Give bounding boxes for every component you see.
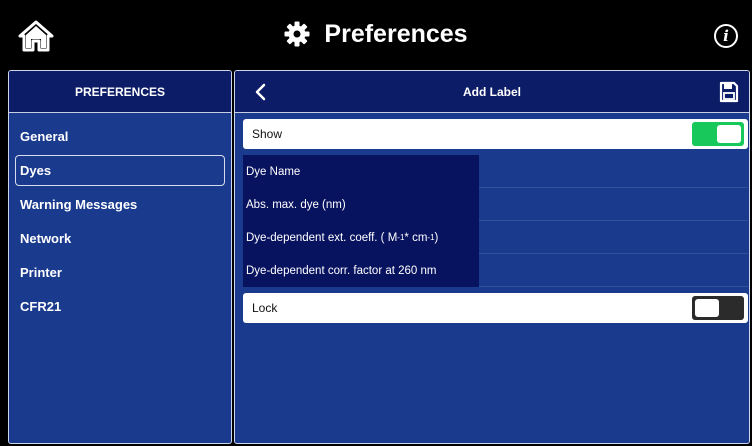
sidebar-item-printer[interactable]: Printer [15, 257, 225, 288]
sidebar-item-general[interactable]: General [15, 121, 225, 152]
dye-name-field[interactable] [479, 155, 748, 188]
abs-max-field[interactable] [479, 188, 748, 221]
toggle-knob [717, 125, 741, 143]
ext-coeff-label-start: Dye-dependent ext. coeff. ( M [246, 231, 398, 244]
panel-header: Add Label [235, 71, 749, 113]
sidebar-item-cfr21[interactable]: CFR21 [15, 291, 225, 322]
lock-row: Lock [243, 293, 748, 323]
ext-coeff-sup-cm: -1 [427, 233, 435, 242]
show-toggle[interactable] [692, 122, 744, 146]
save-icon[interactable] [719, 81, 739, 103]
dye-name-row: Dye Name [243, 155, 748, 188]
abs-max-label: Abs. max. dye (nm) [243, 188, 479, 221]
toggle-knob [695, 299, 719, 317]
sidebar-item-network[interactable]: Network [15, 223, 225, 254]
show-label: Show [252, 127, 283, 141]
show-row: Show [243, 119, 748, 149]
ext-coeff-label: Dye-dependent ext. coeff. ( M -1 * cm -1… [243, 221, 479, 254]
dye-name-label: Dye Name [243, 155, 479, 188]
page-title: Preferences [324, 19, 468, 48]
corr-factor-label: Dye-dependent corr. factor at 260 nm [243, 254, 479, 287]
sidebar-header: PREFERENCES [9, 71, 231, 113]
chevron-left-icon[interactable] [253, 83, 267, 101]
ext-coeff-label-mid: * cm [404, 231, 428, 244]
lock-label: Lock [252, 301, 278, 315]
gear-icon [284, 21, 310, 47]
corr-factor-field[interactable] [479, 254, 748, 287]
abs-max-row: Abs. max. dye (nm) [243, 188, 748, 221]
ext-coeff-field[interactable] [479, 221, 748, 254]
sidebar: PREFERENCES General Dyes Warning Message… [8, 70, 232, 444]
sidebar-item-dyes[interactable]: Dyes [15, 155, 225, 186]
panel-title: Add Label [462, 84, 521, 99]
corr-factor-row: Dye-dependent corr. factor at 260 nm [243, 254, 748, 287]
ext-coeff-label-end: ) [434, 231, 439, 244]
sidebar-item-warning-messages[interactable]: Warning Messages [15, 189, 225, 220]
ext-coeff-sup-m: -1 [397, 233, 405, 242]
info-icon[interactable]: i [714, 24, 738, 48]
ext-coeff-row: Dye-dependent ext. coeff. ( M -1 * cm -1… [243, 221, 748, 254]
lock-toggle[interactable] [692, 296, 744, 320]
top-bar: Preferences i [0, 0, 752, 68]
main-panel: Add Label Show Dye Name Abs. max. dye (n… [234, 70, 750, 444]
title-group: Preferences [0, 0, 752, 68]
sidebar-nav: General Dyes Warning Messages Network Pr… [9, 113, 231, 322]
